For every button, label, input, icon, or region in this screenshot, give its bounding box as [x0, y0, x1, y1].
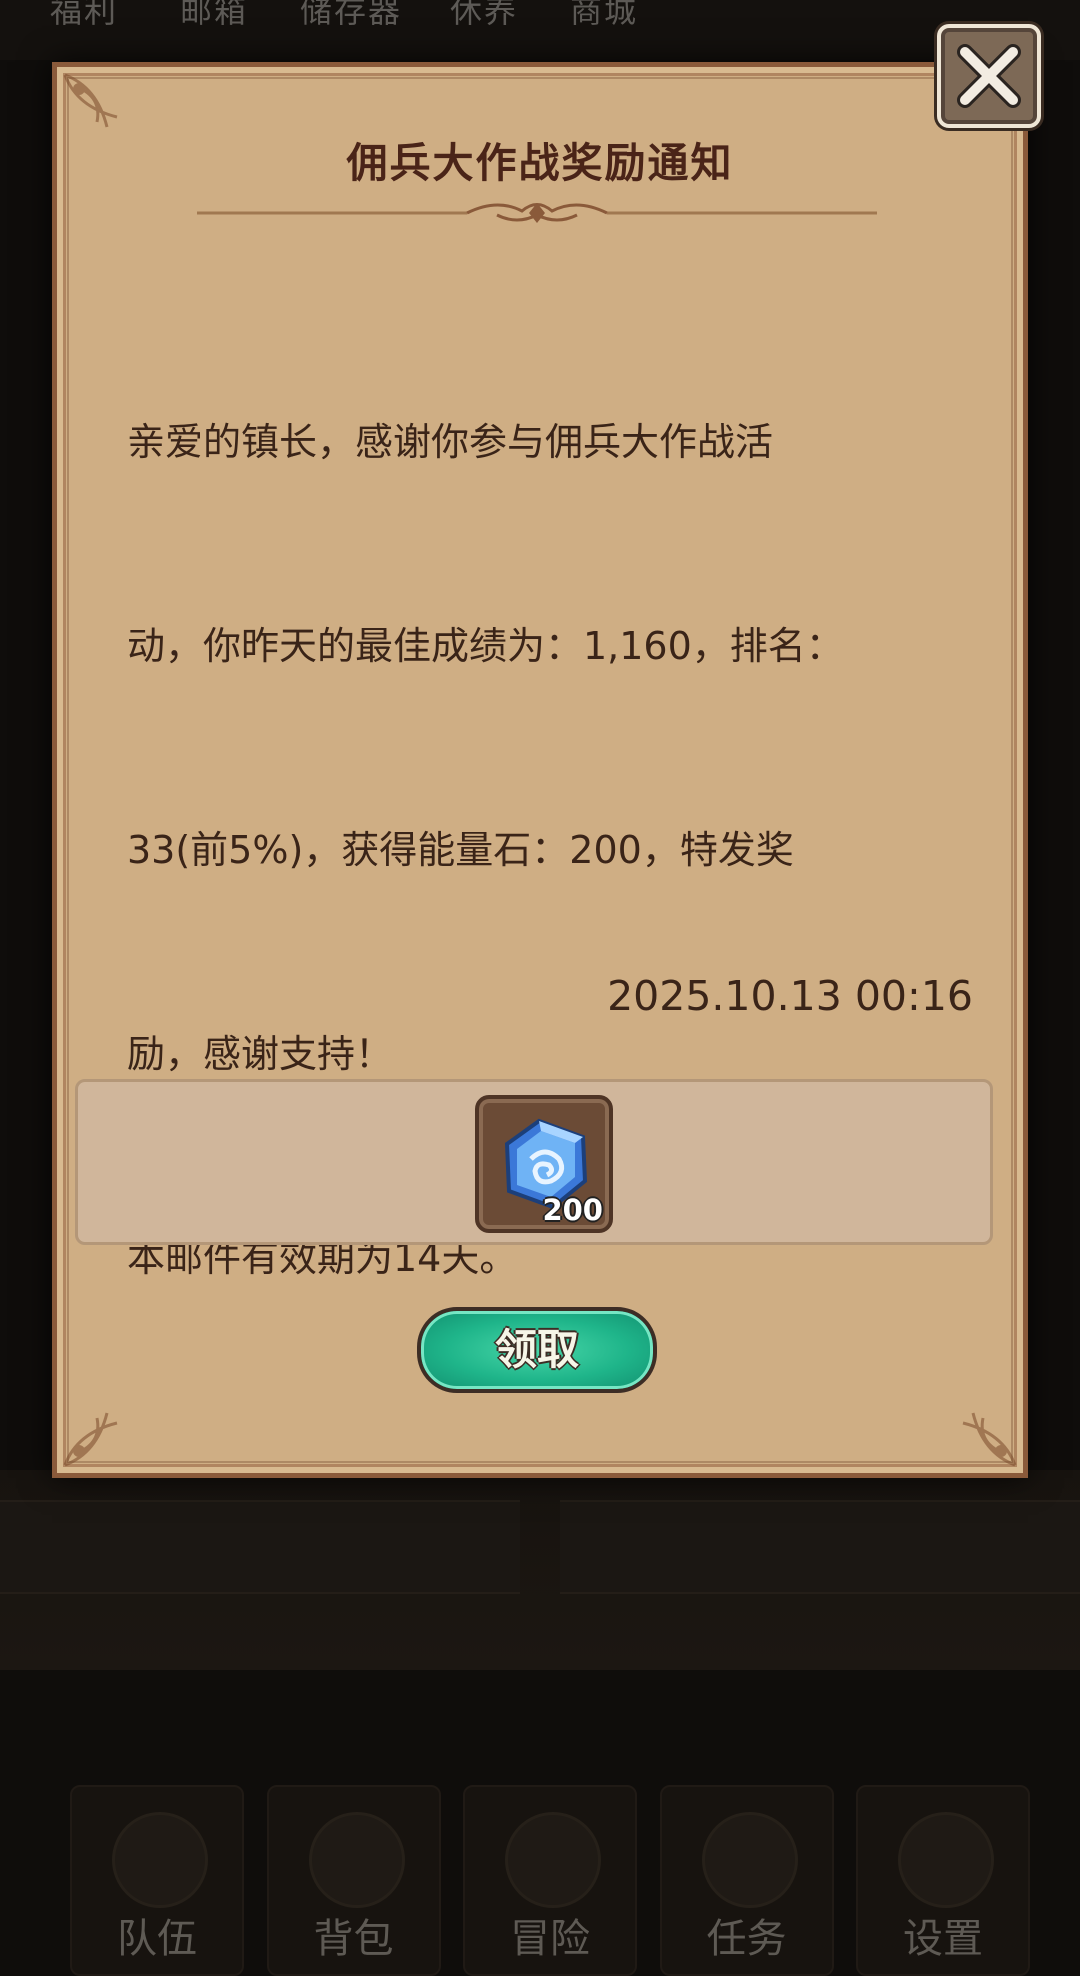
nav-label: 设置: [903, 1916, 983, 1962]
bag-icon: [308, 1812, 405, 1908]
task-icon: [701, 1812, 798, 1908]
reward-panel: 200: [75, 1079, 993, 1245]
mail-dialog: 佣兵大作战奖励通知 亲爱的镇长，感谢你参与佣兵大作战活 动，你昨天的最佳成绩为：…: [52, 62, 1028, 1478]
mail-body-line: 33(前5%)，获得能量石：200，特发奖: [127, 828, 794, 872]
nav-label: 队伍: [117, 1916, 197, 1962]
bottom-nav: 队伍 背包 冒险 任务 设置: [70, 1785, 1030, 1976]
mail-body-line: 动，你昨天的最佳成绩为：1,160，排名：: [127, 624, 844, 668]
title-divider-icon: [197, 203, 877, 223]
top-tab-shop[interactable]: 商城: [570, 0, 638, 32]
mail-body-line: 励，感谢支持！: [127, 1032, 394, 1076]
background-banner-right: [560, 1500, 1080, 1594]
mail-title: 佣兵大作战奖励通知: [346, 139, 734, 187]
team-icon: [112, 1812, 208, 1908]
top-tab-mail[interactable]: 邮箱: [180, 0, 248, 32]
nav-label: 任务: [706, 1916, 787, 1962]
settings-icon: [898, 1812, 994, 1908]
reward-item-energy-stone[interactable]: 200: [475, 1095, 613, 1233]
nav-label: 背包: [313, 1916, 394, 1962]
background-banner-left: [0, 1500, 520, 1594]
close-button[interactable]: [937, 24, 1041, 128]
top-tab-welfare[interactable]: 福利: [50, 0, 118, 32]
swords-icon: [505, 1812, 601, 1908]
reward-count: 200: [542, 1193, 603, 1227]
claim-button[interactable]: 领取: [417, 1307, 657, 1393]
nav-task[interactable]: 任务: [659, 1785, 834, 1976]
nav-settings[interactable]: 设置: [856, 1785, 1030, 1976]
top-tab-rest[interactable]: 休养: [450, 0, 518, 32]
nav-team[interactable]: 队伍: [70, 1785, 244, 1976]
nav-adventure[interactable]: 冒险: [463, 1785, 637, 1976]
top-tab-bar: 福利 邮箱 储存器 休养 商城: [0, 0, 1080, 60]
nav-bag[interactable]: 背包: [266, 1785, 441, 1976]
mail-body-line: 亲爱的镇长，感谢你参与佣兵大作战活: [127, 420, 774, 464]
close-icon: [957, 44, 1021, 108]
corner-ornament-icon: [962, 1412, 1017, 1467]
nav-label: 冒险: [510, 1916, 590, 1962]
top-tab-storage[interactable]: 储存器: [300, 0, 402, 32]
mail-body: 亲爱的镇长，感谢你参与佣兵大作战活 动，你昨天的最佳成绩为：1,160，排名： …: [127, 272, 867, 1428]
mail-date: 2025.10.13 00:16: [607, 972, 973, 1020]
